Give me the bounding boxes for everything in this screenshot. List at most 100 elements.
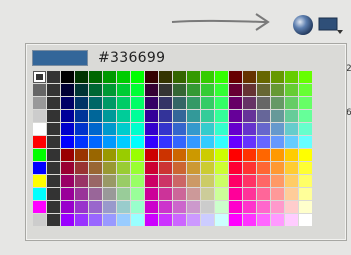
palette-swatch[interactable] (285, 110, 298, 122)
palette-swatch[interactable] (243, 110, 256, 122)
palette-swatch[interactable] (131, 71, 144, 83)
palette-swatch[interactable] (215, 110, 228, 122)
palette-swatch[interactable] (159, 110, 172, 122)
palette-swatch[interactable] (215, 214, 228, 226)
palette-swatch[interactable] (159, 201, 172, 213)
palette-swatch-separator[interactable] (47, 97, 60, 109)
palette-swatch[interactable] (243, 71, 256, 83)
palette-swatch[interactable] (187, 201, 200, 213)
palette-swatch[interactable] (89, 162, 102, 174)
palette-swatch[interactable] (299, 123, 312, 135)
palette-swatch[interactable] (271, 71, 284, 83)
palette-swatch[interactable] (243, 123, 256, 135)
palette-swatch-special[interactable] (33, 201, 46, 213)
palette-swatch[interactable] (257, 136, 270, 148)
palette-swatch-special[interactable] (33, 214, 46, 226)
palette-swatch-separator[interactable] (47, 71, 60, 83)
palette-swatch-special[interactable] (33, 188, 46, 200)
palette-swatch[interactable] (61, 136, 74, 148)
swatch-menu-icon[interactable] (318, 16, 344, 36)
palette-swatch[interactable] (103, 84, 116, 96)
palette-swatch[interactable] (187, 162, 200, 174)
palette-swatch[interactable] (285, 214, 298, 226)
palette-swatch[interactable] (103, 149, 116, 161)
palette-swatch[interactable] (159, 136, 172, 148)
palette-swatch[interactable] (299, 136, 312, 148)
palette-swatch[interactable] (229, 123, 242, 135)
palette-swatch[interactable] (201, 71, 214, 83)
palette-swatch[interactable] (103, 175, 116, 187)
palette-swatch[interactable] (215, 162, 228, 174)
palette-swatch[interactable] (271, 110, 284, 122)
palette-swatch[interactable] (103, 188, 116, 200)
palette-swatch[interactable] (117, 214, 130, 226)
palette-swatch[interactable] (145, 97, 158, 109)
palette-swatch[interactable] (159, 214, 172, 226)
palette-swatch[interactable] (61, 97, 74, 109)
palette-swatch[interactable] (145, 123, 158, 135)
palette-swatch[interactable] (117, 201, 130, 213)
palette-swatch[interactable] (229, 110, 242, 122)
palette-swatch[interactable] (103, 201, 116, 213)
palette-swatch-separator[interactable] (47, 175, 60, 187)
palette-swatch[interactable] (89, 188, 102, 200)
palette-swatch[interactable] (61, 162, 74, 174)
palette-swatch[interactable] (299, 149, 312, 161)
palette-swatch[interactable] (117, 110, 130, 122)
palette-swatch[interactable] (285, 175, 298, 187)
palette-swatch[interactable] (299, 188, 312, 200)
palette-swatch[interactable] (145, 110, 158, 122)
palette-swatch[interactable] (285, 188, 298, 200)
palette-swatch[interactable] (257, 175, 270, 187)
palette-swatch[interactable] (271, 214, 284, 226)
palette-swatch[interactable] (145, 84, 158, 96)
palette-swatch[interactable] (61, 201, 74, 213)
palette-swatch-special[interactable] (33, 123, 46, 135)
palette-swatch[interactable] (229, 175, 242, 187)
palette-swatch[interactable] (257, 149, 270, 161)
palette-swatch-separator[interactable] (47, 136, 60, 148)
palette-swatch[interactable] (103, 123, 116, 135)
palette-swatch[interactable] (89, 201, 102, 213)
palette-swatch[interactable] (89, 97, 102, 109)
palette-swatch[interactable] (103, 110, 116, 122)
palette-swatch[interactable] (61, 188, 74, 200)
palette-swatch[interactable] (131, 175, 144, 187)
palette-swatch[interactable] (243, 84, 256, 96)
palette-swatch[interactable] (173, 71, 186, 83)
palette-swatch[interactable] (187, 214, 200, 226)
palette-swatch[interactable] (173, 175, 186, 187)
palette-swatch[interactable] (173, 97, 186, 109)
palette-swatch[interactable] (187, 110, 200, 122)
palette-swatch[interactable] (229, 188, 242, 200)
palette-swatch[interactable] (201, 110, 214, 122)
palette-swatch[interactable] (145, 149, 158, 161)
palette-swatch[interactable] (89, 175, 102, 187)
palette-swatch[interactable] (145, 201, 158, 213)
palette-swatch-separator[interactable] (47, 188, 60, 200)
palette-swatch[interactable] (145, 175, 158, 187)
palette-swatch[interactable] (229, 97, 242, 109)
palette-swatch[interactable] (229, 136, 242, 148)
palette-swatch[interactable] (299, 84, 312, 96)
palette-swatch-separator[interactable] (47, 84, 60, 96)
palette-swatch[interactable] (145, 136, 158, 148)
palette-swatch[interactable] (299, 110, 312, 122)
palette-swatch[interactable] (299, 97, 312, 109)
palette-swatch[interactable] (201, 97, 214, 109)
palette-swatch-separator[interactable] (47, 214, 60, 226)
palette-swatch[interactable] (215, 175, 228, 187)
palette-swatch[interactable] (243, 136, 256, 148)
palette-swatch[interactable] (89, 110, 102, 122)
palette-swatch[interactable] (215, 84, 228, 96)
palette-swatch[interactable] (299, 214, 312, 226)
palette-swatch[interactable] (145, 162, 158, 174)
palette-swatch[interactable] (173, 214, 186, 226)
palette-swatch[interactable] (229, 149, 242, 161)
palette-swatch[interactable] (75, 214, 88, 226)
palette-swatch[interactable] (201, 175, 214, 187)
palette-swatch[interactable] (75, 110, 88, 122)
palette-swatch[interactable] (75, 136, 88, 148)
palette-swatch-separator[interactable] (47, 110, 60, 122)
palette-swatch[interactable] (117, 149, 130, 161)
